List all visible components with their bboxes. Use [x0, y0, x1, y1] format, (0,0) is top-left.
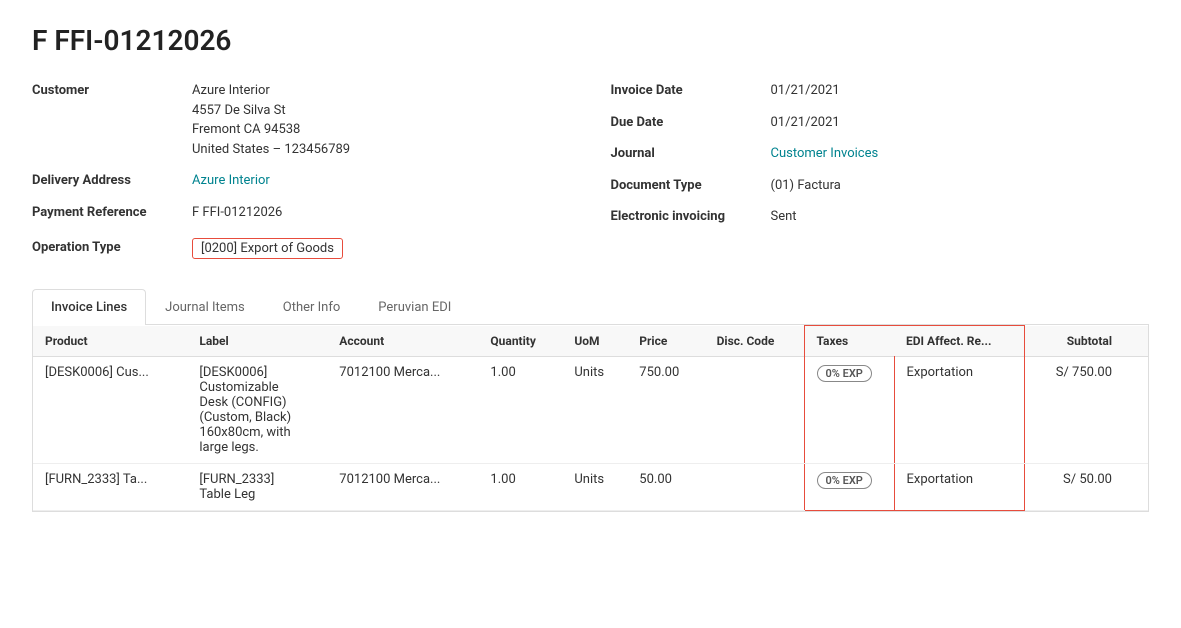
tabs: Invoice Lines Journal Items Other Info P… — [32, 289, 1149, 325]
cell-label-2: [FURN_2333]Table Leg — [187, 464, 327, 511]
col-price: Price — [627, 326, 704, 357]
electronic-invoicing-label: Electronic invoicing — [611, 207, 771, 227]
payment-reference-field: Payment Reference F FFI-01212026 — [32, 203, 571, 223]
cell-more-2 — [1124, 464, 1148, 511]
cell-uom-2: Units — [562, 464, 627, 511]
table-row: [DESK0006] Cus... [DESK0006]Customizable… — [33, 357, 1148, 464]
table-row: [FURN_2333] Ta... [FURN_2333]Table Leg 7… — [33, 464, 1148, 511]
tab-journal-items[interactable]: Journal Items — [146, 289, 264, 325]
page-title: F FFI-01212026 — [32, 24, 1149, 57]
invoice-date-field: Invoice Date 01/21/2021 — [611, 81, 1150, 101]
due-date-field: Due Date 01/21/2021 — [611, 113, 1150, 133]
document-type-field: Document Type (01) Factura — [611, 176, 1150, 196]
customer-name-link[interactable]: Azure Interior — [192, 83, 270, 98]
cell-account-2: 7012100 Merca... — [327, 464, 478, 511]
cell-taxes-1: 0% EXP — [804, 357, 894, 464]
cell-edi-1: Exportation — [894, 357, 1024, 464]
col-subtotal: Subtotal — [1024, 326, 1124, 357]
cell-account-1: 7012100 Merca... — [327, 357, 478, 464]
invoice-date-label: Invoice Date — [611, 81, 771, 101]
delivery-address-field: Delivery Address Azure Interior — [32, 171, 571, 191]
col-more — [1124, 326, 1148, 357]
cell-price-2: 50.00 — [627, 464, 704, 511]
col-uom: UoM — [562, 326, 627, 357]
col-taxes: Taxes — [804, 326, 894, 357]
tab-invoice-lines[interactable]: Invoice Lines — [32, 289, 146, 325]
tax-badge-2: 0% EXP — [817, 472, 872, 489]
col-product: Product — [33, 326, 187, 357]
delivery-address-value[interactable]: Azure Interior — [192, 171, 270, 191]
operation-type-value: [0200] Export of Goods — [192, 238, 343, 259]
journal-field: Journal Customer Invoices — [611, 144, 1150, 164]
cell-price-1: 750.00 — [627, 357, 704, 464]
invoice-date-value: 01/21/2021 — [771, 81, 840, 101]
journal-value[interactable]: Customer Invoices — [771, 144, 879, 164]
table-header-row: Product Label Account Quantity UoM Price… — [33, 326, 1148, 357]
cell-uom-1: Units — [562, 357, 627, 464]
journal-label: Journal — [611, 144, 771, 164]
col-label: Label — [187, 326, 327, 357]
due-date-value: 01/21/2021 — [771, 113, 840, 133]
payment-reference-label: Payment Reference — [32, 203, 192, 223]
electronic-invoicing-value: Sent — [771, 207, 797, 227]
cell-disc-code-1 — [705, 357, 804, 464]
cell-label-1: [DESK0006]CustomizableDesk (CONFIG)(Cust… — [187, 357, 327, 464]
customer-address-1: 4557 De Silva St — [192, 103, 286, 118]
document-type-label: Document Type — [611, 176, 771, 196]
payment-reference-value: F FFI-01212026 — [192, 203, 282, 223]
info-left: Customer Azure Interior 4557 De Silva St… — [32, 81, 571, 265]
col-edi: EDI Affect. Re... — [894, 326, 1024, 357]
col-disc-code: Disc. Code — [705, 326, 804, 357]
document-type-value: (01) Factura — [771, 176, 841, 196]
cell-subtotal-1: S/ 750.00 — [1024, 357, 1124, 464]
cell-quantity-1: 1.00 — [478, 357, 562, 464]
tax-badge-1: 0% EXP — [817, 365, 872, 382]
due-date-label: Due Date — [611, 113, 771, 133]
col-quantity: Quantity — [478, 326, 562, 357]
cell-more-1 — [1124, 357, 1148, 464]
customer-field: Customer Azure Interior 4557 De Silva St… — [32, 81, 571, 159]
operation-type-field: Operation Type [0200] Export of Goods — [32, 238, 571, 259]
cell-quantity-2: 1.00 — [478, 464, 562, 511]
info-grid: Customer Azure Interior 4557 De Silva St… — [32, 81, 1149, 265]
cell-disc-code-2 — [705, 464, 804, 511]
cell-edi-2: Exportation — [894, 464, 1024, 511]
customer-value: Azure Interior 4557 De Silva St Fremont … — [192, 81, 350, 159]
cell-product-2: [FURN_2333] Ta... — [33, 464, 187, 511]
operation-type-label: Operation Type — [32, 238, 192, 258]
info-right: Invoice Date 01/21/2021 Due Date 01/21/2… — [611, 81, 1150, 265]
customer-address-2: Fremont CA 94538 — [192, 122, 300, 137]
electronic-invoicing-field: Electronic invoicing Sent — [611, 207, 1150, 227]
delivery-address-label: Delivery Address — [32, 171, 192, 191]
tab-peruvian-edi[interactable]: Peruvian EDI — [359, 289, 470, 325]
customer-country-link[interactable]: United States – 123456789 — [192, 142, 350, 157]
cell-product-1: [DESK0006] Cus... — [33, 357, 187, 464]
cell-taxes-2: 0% EXP — [804, 464, 894, 511]
invoice-lines-table: Product Label Account Quantity UoM Price… — [32, 325, 1149, 512]
col-account: Account — [327, 326, 478, 357]
cell-subtotal-2: S/ 50.00 — [1024, 464, 1124, 511]
customer-label: Customer — [32, 81, 192, 101]
tab-other-info[interactable]: Other Info — [264, 289, 360, 325]
